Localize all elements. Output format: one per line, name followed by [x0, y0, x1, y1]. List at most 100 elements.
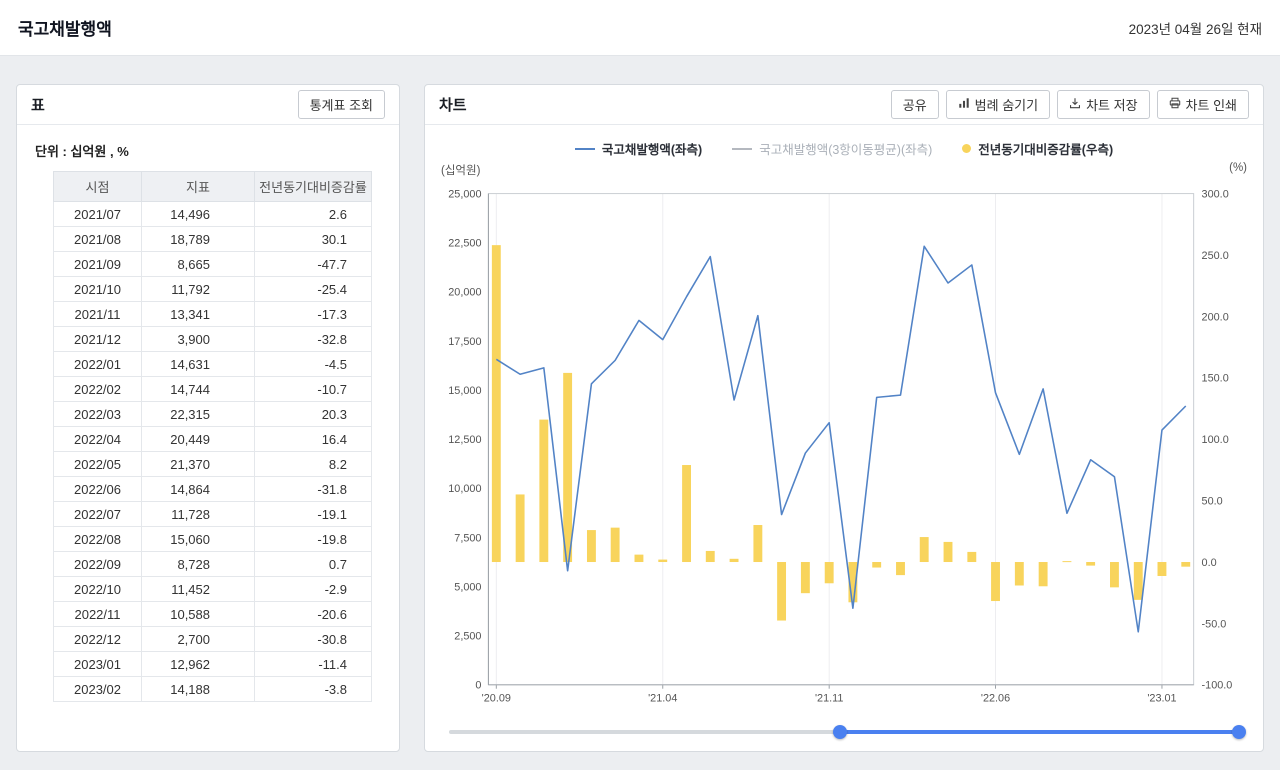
- table-cell-value: 21,370: [141, 451, 255, 477]
- table-cell-period: 2022/04: [53, 426, 142, 452]
- table-header-row: 시점 지표 전년동기대비증감률: [53, 171, 372, 202]
- table-cell-yoy: -19.8: [254, 526, 372, 552]
- save-chart-button[interactable]: 차트 저장: [1057, 90, 1150, 119]
- chart-panel-title: 차트: [439, 97, 467, 114]
- page-header: 국고채발행액 2023년 04월 26일 현재: [0, 0, 1280, 56]
- table-row: 2021/09 8,665 -47.7: [53, 251, 372, 277]
- table-cell-yoy: -32.8: [254, 326, 372, 352]
- table-cell-yoy: -17.3: [254, 301, 372, 327]
- svg-text:17,500: 17,500: [448, 336, 481, 348]
- svg-text:'20.09: '20.09: [482, 692, 511, 704]
- table-row: 2022/04 20,449 16.4: [53, 426, 372, 452]
- range-slider[interactable]: [449, 724, 1246, 740]
- unit-label: 단위 : 십억원 , %: [35, 144, 129, 159]
- table-row: 2022/12 2,700 -30.8: [53, 626, 372, 652]
- as-of-date: 2023년 04월 26일 현재: [1128, 21, 1262, 37]
- table-cell-value: 8,665: [141, 251, 255, 277]
- table-cell-value: 12,962: [141, 651, 255, 677]
- table-cell-period: 2021/07: [53, 201, 142, 227]
- chart-legend: 국고채발행액(좌측) 국고채발행액(3항이동평균)(좌측) 전년동기대비증감률(…: [441, 139, 1247, 158]
- svg-text:0: 0: [475, 680, 481, 692]
- table-cell-period: 2021/10: [53, 276, 142, 302]
- svg-text:5,000: 5,000: [454, 582, 481, 594]
- table-cell-value: 20,449: [141, 426, 255, 452]
- table-cell-yoy: -10.7: [254, 376, 372, 402]
- table-row: 2021/11 13,341 -17.3: [53, 301, 372, 327]
- print-chart-button[interactable]: 차트 인쇄: [1156, 90, 1249, 119]
- left-axis-labels: 0 2,500 5,000 7,500 10,000 12,500 15,000 17,500…: [448, 189, 481, 692]
- table-row: 2022/01 14,631 -4.5: [53, 351, 372, 377]
- table-cell-value: 14,744: [141, 376, 255, 402]
- chart-toolbar: 공유 범례 숨기기 차트 저장 차트 인쇄: [890, 90, 1249, 119]
- table-cell-yoy: -31.8: [254, 476, 372, 502]
- table-cell-yoy: 8.2: [254, 451, 372, 477]
- page-title: 국고채발행액: [18, 20, 112, 39]
- legend-item-issuance[interactable]: 국고채발행액(좌측): [574, 139, 702, 158]
- column-header-period: 시점: [53, 171, 142, 202]
- svg-text:-100.0: -100.0: [1202, 680, 1233, 692]
- table-cell-yoy: -19.1: [254, 501, 372, 527]
- axis-unit-labels: (십억원) (%): [441, 162, 1247, 178]
- table-cell-yoy: -25.4: [254, 276, 372, 302]
- legend-label: 국고채발행액(3항이동평균)(좌측): [759, 143, 933, 157]
- legend-item-yoy[interactable]: 전년동기대비증감률(우측): [962, 139, 1113, 158]
- table-panel: 표 통계표 조회 단위 : 십억원 , % 시점 지표 전년동기대비증감률 20…: [16, 84, 400, 752]
- table-cell-value: 11,792: [141, 276, 255, 302]
- content-area: 표 통계표 조회 단위 : 십억원 , % 시점 지표 전년동기대비증감률 20…: [0, 56, 1280, 768]
- svg-text:'21.04: '21.04: [648, 692, 677, 704]
- combo-chart: '20.09 '21.04 '21.11 '22.06 '23.01 0 2,500 5,00…: [448, 189, 1233, 705]
- line-series-swatch-icon: [732, 147, 753, 150]
- table-row: 2023/01 12,962 -11.4: [53, 651, 372, 677]
- svg-text:'21.11: '21.11: [815, 692, 843, 704]
- table-row: 2022/05 21,370 8.2: [53, 451, 372, 477]
- table-cell-yoy: 0.7: [254, 551, 372, 577]
- right-axis-labels: -100.0 -50.0 0.0 50.0 100.0 150.0 200.0 250.0 30…: [1202, 189, 1233, 692]
- table-cell-value: 13,341: [141, 301, 255, 327]
- svg-text:2,500: 2,500: [454, 631, 481, 643]
- table-cell-yoy: -20.6: [254, 601, 372, 627]
- hide-legend-button[interactable]: 범례 숨기기: [945, 90, 1051, 119]
- table-panel-title: 표: [31, 97, 45, 114]
- slider-handle-start[interactable]: [833, 725, 848, 739]
- table-cell-value: 11,452: [141, 576, 255, 602]
- svg-text:22,500: 22,500: [448, 238, 481, 250]
- table-cell-value: 3,900: [141, 326, 255, 352]
- share-button[interactable]: 공유: [890, 90, 939, 119]
- svg-text:300.0: 300.0: [1202, 189, 1229, 201]
- view-statistics-table-button[interactable]: 통계표 조회: [297, 90, 385, 119]
- table-cell-period: 2022/12: [53, 626, 142, 652]
- svg-text:12,500: 12,500: [448, 434, 481, 446]
- table-cell-period: 2023/01: [53, 651, 142, 677]
- slider-handle-end[interactable]: [1232, 725, 1246, 739]
- table-cell-period: 2022/03: [53, 401, 142, 427]
- download-icon: [1069, 97, 1081, 112]
- table-cell-value: 2,700: [141, 626, 255, 652]
- legend-chart-icon: [958, 97, 970, 112]
- legend-label: 전년동기대비증감률(우측): [978, 143, 1114, 157]
- svg-text:15,000: 15,000: [448, 385, 481, 397]
- svg-text:10,000: 10,000: [448, 483, 481, 495]
- table-cell-yoy: 30.1: [254, 226, 372, 252]
- table-row: 2023/02 14,188 -3.8: [53, 676, 372, 702]
- svg-text:200.0: 200.0: [1202, 311, 1229, 323]
- table-cell-yoy: -11.4: [254, 651, 372, 677]
- table-cell-value: 14,864: [141, 476, 255, 502]
- table-row: 2022/07 11,728 -19.1: [53, 501, 372, 527]
- svg-text:'23.01: '23.01: [1147, 692, 1176, 704]
- svg-text:150.0: 150.0: [1202, 373, 1229, 385]
- table-row: 2021/12 3,900 -32.8: [53, 326, 372, 352]
- table-row: 2022/09 8,728 0.7: [53, 551, 372, 577]
- table-panel-header: 표 통계표 조회: [17, 85, 399, 125]
- legend-item-moving-average[interactable]: 국고채발행액(3항이동평균)(좌측): [732, 139, 932, 158]
- printer-icon: [1169, 97, 1181, 112]
- table-row: 2022/06 14,864 -31.8: [53, 476, 372, 502]
- dot-series-swatch-icon: [962, 144, 972, 153]
- slider-selected-range[interactable]: [840, 730, 1239, 734]
- table-cell-value: 8,728: [141, 551, 255, 577]
- table-cell-value: 14,496: [141, 201, 255, 227]
- table-cell-value: 11,728: [141, 501, 255, 527]
- table-row: 2021/10 11,792 -25.4: [53, 276, 372, 302]
- table-cell-yoy: 2.6: [254, 201, 372, 227]
- svg-text:0.0: 0.0: [1202, 557, 1217, 569]
- table-cell-period: 2021/09: [53, 251, 142, 277]
